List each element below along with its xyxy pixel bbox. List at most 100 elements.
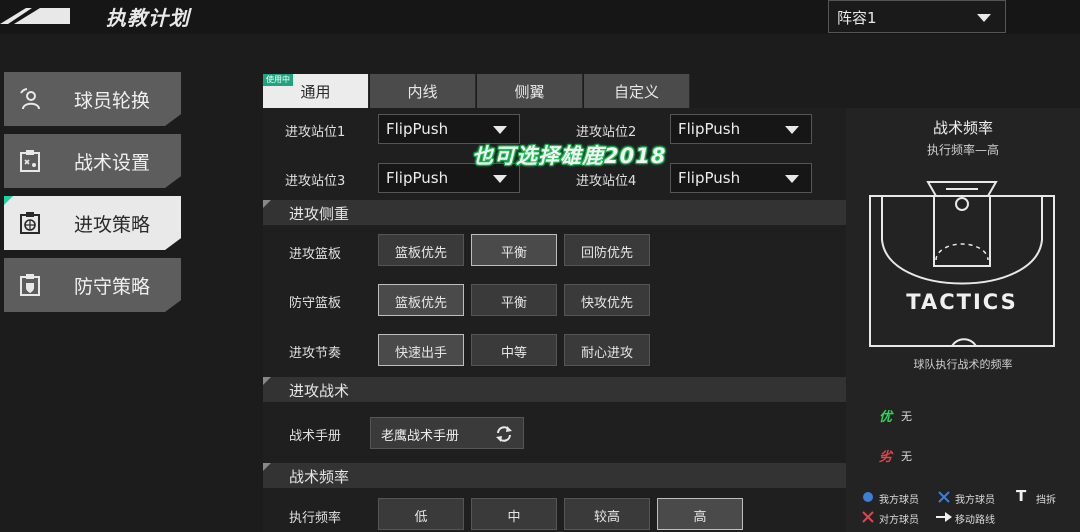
screen-t-icon: T	[1016, 487, 1027, 505]
watermark-caption: 也可选择雄鹿2018	[472, 144, 667, 168]
player-swap-icon	[20, 88, 40, 110]
chevron-down-icon	[493, 175, 507, 183]
playbook-label: 战术手册	[289, 429, 342, 444]
position-4-label: 进攻站位4	[576, 174, 637, 189]
option-label: 快攻优先	[580, 296, 633, 311]
legend-label: 对方球员	[879, 515, 919, 526]
section-corner-marker	[263, 463, 271, 471]
tempo-option[interactable]: 快速出手	[378, 334, 464, 366]
frequency-option[interactable]: 低	[378, 498, 464, 530]
chevron-down-icon	[493, 126, 507, 134]
offensive-rebound-option[interactable]: 篮板优先	[378, 234, 464, 266]
opponent-x-icon	[862, 511, 874, 523]
legend-label: 我方球员	[955, 495, 995, 506]
swap-icon	[496, 426, 512, 442]
frequency-option[interactable]: 较高	[564, 498, 650, 530]
playbook-value: 老鹰战术手册	[381, 429, 460, 444]
tab-inside[interactable]: 内线	[370, 74, 476, 108]
defensive-rebound-option[interactable]: 篮板优先	[378, 284, 464, 316]
advantage-icon: 优	[879, 410, 893, 425]
option-label: 耐心进攻	[580, 346, 633, 361]
frequency-option[interactable]: 高	[657, 498, 743, 530]
tab-label: 侧翼	[514, 83, 545, 101]
section-offense-tactics: 进攻战术	[263, 377, 846, 402]
defense-shield-icon	[20, 274, 40, 296]
position-3-value: FlipPush	[386, 169, 449, 187]
section-corner-marker	[263, 377, 271, 385]
info-subtitle: 执行频率—高	[926, 143, 999, 157]
legend-label: 挡拆	[1036, 495, 1056, 506]
option-label: 平衡	[500, 296, 527, 311]
our-player-dot-icon	[863, 492, 873, 502]
option-label: 较高	[593, 510, 620, 525]
offensive-rebound-option[interactable]: 平衡	[471, 234, 557, 266]
option-label: 篮板优先	[394, 246, 447, 261]
option-label: 低	[414, 510, 428, 525]
frequency-label: 执行频率	[289, 511, 342, 526]
sidebar-item-label: 战术设置	[74, 152, 151, 174]
active-corner-marker	[4, 196, 13, 205]
chevron-down-icon	[977, 14, 991, 22]
disadvantage-icon: 劣	[879, 450, 893, 465]
tab-label: 内线	[407, 83, 438, 101]
sidebar-item-tactic-settings[interactable]: 战术设置	[4, 134, 181, 188]
defensive-rebound-option[interactable]: 快攻优先	[564, 284, 650, 316]
tab-general[interactable]: 使用中 通用	[263, 74, 369, 108]
court-caption: 球队执行战术的频率	[913, 358, 1013, 371]
position-2-value: FlipPush	[678, 120, 741, 138]
tempo-option[interactable]: 耐心进攻	[564, 334, 650, 366]
option-label: 快速出手	[394, 346, 447, 361]
option-label: 中等	[500, 346, 527, 361]
move-arrow-icon	[936, 512, 952, 522]
court-diagram	[869, 181, 1055, 347]
frequency-option[interactable]: 中	[471, 498, 557, 530]
lineup-value: 阵容1	[837, 9, 877, 27]
offense-basketball-icon	[20, 212, 40, 234]
disadvantage-text: 无	[901, 450, 912, 463]
section-corner-marker	[263, 200, 271, 208]
chevron-down-icon	[785, 126, 799, 134]
legend-label: 移动路线	[955, 515, 995, 526]
sidebar-item-player-rotation[interactable]: 球员轮换	[4, 72, 181, 126]
info-title: 战术频率	[932, 119, 993, 137]
sidebar-item-label: 进攻策略	[74, 214, 151, 236]
offensive-rebound-label: 进攻篮板	[289, 247, 342, 262]
chevron-down-icon	[785, 175, 799, 183]
section-title: 进攻战术	[289, 382, 350, 400]
court-title: TACTICS	[906, 290, 1018, 314]
page-title: 执教计划	[106, 6, 190, 30]
our-player-x-icon	[938, 491, 950, 503]
option-label: 高	[693, 510, 707, 525]
sidebar-item-offense-strategy[interactable]: 进攻策略	[4, 196, 181, 250]
section-title: 进攻侧重	[289, 205, 350, 223]
option-label: 回防优先	[580, 246, 633, 261]
advantage-text: 无	[901, 410, 912, 423]
position-4-select[interactable]: FlipPush	[670, 163, 812, 193]
position-4-value: FlipPush	[678, 169, 741, 187]
option-label: 中	[507, 510, 521, 525]
defensive-rebound-option[interactable]: 平衡	[471, 284, 557, 316]
lineup-select[interactable]: 阵容1	[828, 0, 1006, 33]
section-offense-focus: 进攻侧重	[263, 200, 846, 225]
position-1-value: FlipPush	[386, 120, 449, 138]
position-3-label: 进攻站位3	[285, 174, 346, 189]
tab-label: 自定义	[613, 83, 659, 101]
option-label: 平衡	[500, 246, 527, 261]
section-tactic-frequency: 战术频率	[263, 463, 846, 488]
sidebar-item-label: 防守策略	[74, 276, 151, 298]
sidebar-item-defense-strategy[interactable]: 防守策略	[4, 258, 181, 312]
position-2-select[interactable]: FlipPush	[670, 114, 812, 144]
defensive-rebound-label: 防守篮板	[289, 296, 342, 311]
tempo-option[interactable]: 中等	[471, 334, 557, 366]
section-title: 战术频率	[289, 468, 350, 486]
offensive-rebound-option[interactable]: 回防优先	[564, 234, 650, 266]
tab-wing[interactable]: 侧翼	[477, 74, 583, 108]
playbook-selector[interactable]: 老鹰战术手册	[370, 417, 524, 449]
tempo-label: 进攻节奏	[289, 346, 342, 361]
position-1-label: 进攻站位1	[285, 125, 346, 140]
sidebar-item-label: 球员轮换	[74, 90, 151, 112]
tab-custom[interactable]: 自定义	[584, 74, 690, 108]
legend-label: 我方球员	[879, 495, 919, 506]
position-2-label: 进攻站位2	[576, 125, 637, 140]
option-label: 篮板优先	[394, 296, 447, 311]
